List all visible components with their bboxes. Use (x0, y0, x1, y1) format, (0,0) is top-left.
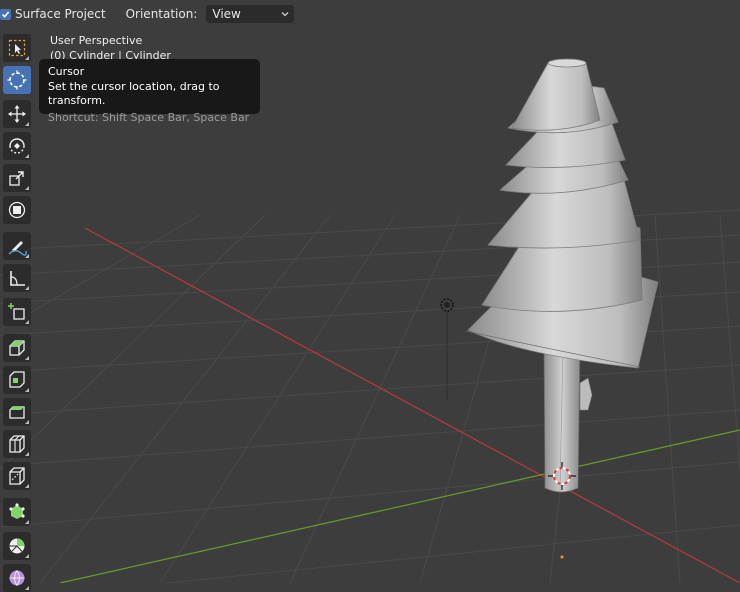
move-icon (8, 105, 26, 123)
select-box-icon (8, 39, 26, 57)
add-cube-icon (8, 303, 25, 320)
chevron-down-icon (281, 12, 289, 17)
tooltip-shortcut: Shortcut: Shift Space Bar, Space Bar (48, 110, 250, 124)
smooth-icon (9, 570, 25, 586)
loop-cut-icon (9, 435, 25, 453)
perspective-label: User Perspective (50, 34, 143, 47)
surface-project-checkbox[interactable] (0, 8, 11, 20)
surface-project-label: Surface Project (15, 7, 106, 21)
tool-smooth[interactable] (3, 564, 31, 592)
orientation-label: Orientation: (125, 7, 198, 21)
poly-build-icon (9, 503, 25, 519)
checkmark-icon (1, 10, 10, 18)
tool-extrude-region[interactable] (3, 334, 31, 362)
tool-select-box[interactable] (3, 34, 31, 62)
tooltip: Cursor Set the cursor location, drag to … (39, 59, 260, 124)
spin-icon (9, 538, 25, 554)
origin-dot (560, 555, 564, 559)
tooltip-title: Cursor (48, 65, 85, 78)
surface-project-toggle[interactable]: Surface Project (0, 7, 106, 21)
tool-scale[interactable] (3, 164, 31, 192)
transform-icon (8, 201, 26, 219)
tooltip-description: Set the cursor location, drag to transfo… (48, 79, 220, 108)
tool-move[interactable] (3, 100, 31, 128)
tool-header: Surface Project Orientation: View (0, 0, 740, 28)
tool-bevel[interactable] (3, 398, 31, 426)
tool-inset-faces[interactable] (3, 366, 31, 394)
tool-transform[interactable] (3, 196, 31, 224)
y-axis-line (59, 429, 740, 583)
inset-faces-icon (9, 371, 25, 388)
knife-icon (9, 467, 25, 485)
tool-loop-cut[interactable] (3, 430, 31, 458)
annotate-icon (8, 241, 27, 256)
tool-measure[interactable] (3, 264, 31, 292)
scale-icon (9, 171, 24, 186)
extrude-region-icon (9, 340, 25, 356)
tool-rotate[interactable] (3, 132, 31, 160)
tool-add-cube[interactable] (3, 298, 31, 326)
bevel-icon (9, 406, 25, 419)
orientation-value: View (212, 7, 241, 21)
measure-icon (10, 271, 25, 286)
cursor-icon (7, 70, 27, 90)
orientation-dropdown[interactable]: View (206, 5, 295, 23)
tool-spin[interactable] (3, 532, 31, 560)
toolbar (0, 34, 34, 592)
rotate-icon (9, 138, 25, 154)
tool-knife[interactable] (3, 462, 31, 490)
tool-poly-build[interactable] (3, 498, 31, 526)
tool-cursor[interactable] (3, 66, 31, 94)
tool-annotate[interactable] (3, 232, 31, 260)
